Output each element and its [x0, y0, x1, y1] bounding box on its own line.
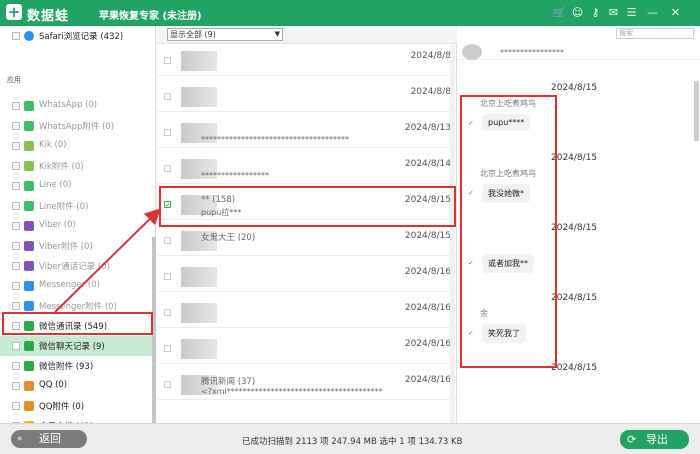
- export-button[interactable]: ⟳ 导出: [620, 430, 689, 449]
- double-chevron-left-icon: «: [17, 434, 23, 444]
- footer: «返回 已成功扫描到 2113 项 247.94 MB 选中 1 项 134.7…: [0, 423, 700, 454]
- annotation-arrow: [54, 208, 161, 313]
- refresh-icon: ⟳: [627, 433, 637, 446]
- status-text: 已成功扫描到 2113 项 247.94 MB 选中 1 项 134.73 KB: [242, 437, 463, 447]
- back-button[interactable]: «返回: [11, 430, 87, 448]
